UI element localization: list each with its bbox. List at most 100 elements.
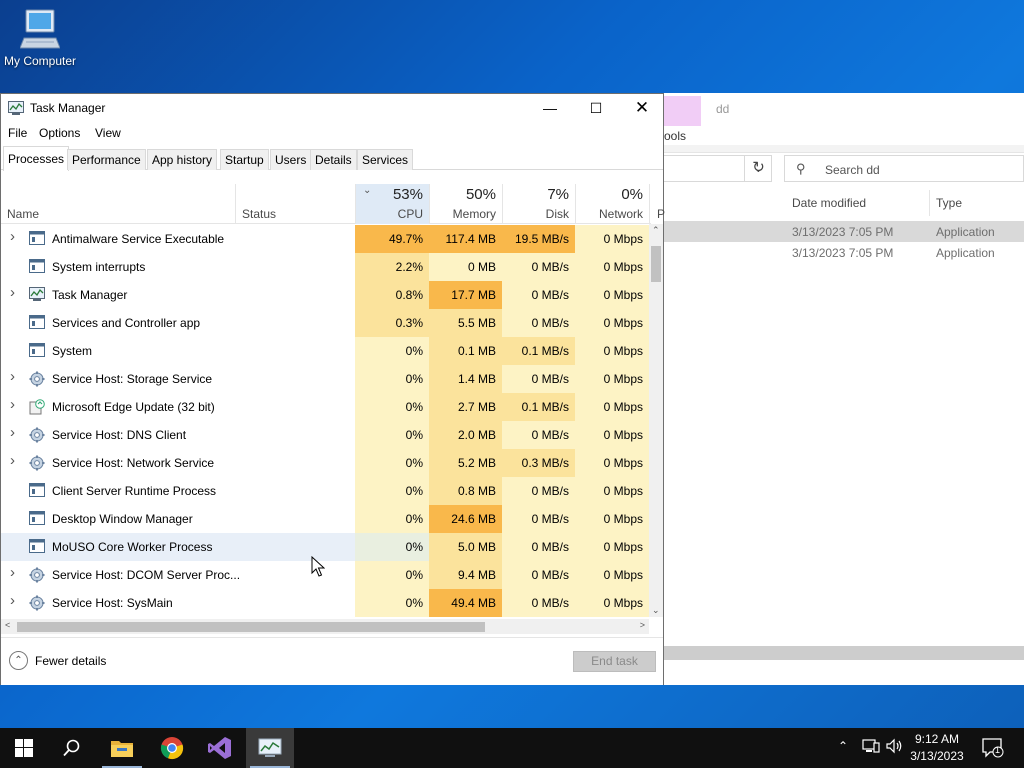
process-row[interactable]: Services and Controller app 0.3% 5.5 MB 0 M… <box>1 309 649 337</box>
process-row[interactable]: › Service Host: SysMain 0% 49.4 MB 0 MB/s 0 M… <box>1 589 649 617</box>
tab-processes[interactable]: Processes <box>3 146 70 171</box>
process-row[interactable]: System interrupts 2.2% 0 MB 0 MB/s 0 Mbps <box>1 253 649 281</box>
title-bar[interactable]: Task Manager — ☐ ✕ <box>1 94 663 124</box>
column-header-status[interactable]: Status <box>235 184 355 224</box>
show-hidden-icons-button[interactable]: ⌃ <box>838 739 848 768</box>
expand-chevron-icon[interactable]: › <box>10 564 15 581</box>
taskbar-chrome[interactable] <box>148 728 196 768</box>
disk-value: 0 MB/s <box>502 477 575 505</box>
minimize-button[interactable]: — <box>527 94 573 122</box>
memory-value: 5.2 MB <box>429 449 502 477</box>
desktop-icon-my-computer[interactable]: My Computer <box>2 8 78 68</box>
menu-view[interactable]: View <box>95 126 121 140</box>
action-center-button[interactable]: 1 <box>982 738 1004 768</box>
column-header-memory[interactable]: 50% Memory <box>429 184 502 224</box>
memory-value: 5.0 MB <box>429 533 502 561</box>
ribbon-context-tab[interactable] <box>664 96 701 126</box>
column-header-type[interactable]: Type <box>936 196 962 210</box>
horizontal-scrollbar[interactable] <box>664 646 1024 660</box>
file-explorer-window[interactable]: dd ools ⌄ ↻ ⚲ Search dd Date modified Ty… <box>664 93 1024 685</box>
disk-value: 0 MB/s <box>502 533 575 561</box>
task-manager-window[interactable]: Task Manager — ☐ ✕ File Options View Pro… <box>0 93 665 685</box>
cpu-value: 2.2% <box>355 253 429 281</box>
scroll-up-icon[interactable]: ⌃ <box>652 225 660 236</box>
process-name: Desktop Window Manager <box>52 512 193 526</box>
tab-users[interactable]: Users <box>270 149 312 170</box>
cpu-value: 0% <box>355 365 429 393</box>
process-name: Microsoft Edge Update (32 bit) <box>52 400 215 414</box>
taskbar-visual-studio[interactable] <box>196 728 244 768</box>
vertical-scrollbar[interactable]: ⌃ ⌄ <box>649 224 663 617</box>
column-header-cpu[interactable]: ⌄ 53% CPU <box>355 184 429 224</box>
column-header-name[interactable]: Name <box>7 207 39 221</box>
tab-details[interactable]: Details <box>310 149 357 170</box>
tab-performance[interactable]: Performance <box>67 149 146 170</box>
process-row[interactable]: › Task Manager 0.8% 17.7 MB 0 MB/s 0 Mbps <box>1 281 649 309</box>
menu-options[interactable]: Options <box>39 126 80 140</box>
network-value: 0 Mbps <box>575 281 649 309</box>
process-row[interactable]: Desktop Window Manager 0% 24.6 MB 0 MB/s 0 M… <box>1 505 649 533</box>
memory-label: Memory <box>452 207 496 221</box>
search-icon: ⚲ <box>796 161 806 176</box>
chevron-up-icon: ⌃ <box>838 739 849 753</box>
process-row[interactable]: Client Server Runtime Process 0% 0.8 MB 0 M… <box>1 477 649 505</box>
cpu-value: 0% <box>355 393 429 421</box>
menu-file[interactable]: File <box>8 126 27 140</box>
start-button[interactable] <box>0 728 48 768</box>
network-icon <box>862 739 880 753</box>
column-header-network[interactable]: 0% Network <box>575 184 649 224</box>
process-row[interactable]: MoUSO Core Worker Process 0% 5.0 MB 0 MB/s 0… <box>1 533 649 561</box>
expand-chevron-icon[interactable]: › <box>10 592 15 609</box>
close-button[interactable]: ✕ <box>619 94 665 122</box>
cpu-value: 0% <box>355 561 429 589</box>
search-button[interactable] <box>48 728 96 768</box>
scroll-right-icon[interactable]: > <box>640 620 645 630</box>
network-tray-icon[interactable] <box>862 738 880 768</box>
refresh-button[interactable]: ↻ <box>744 155 772 182</box>
network-value: 0 Mbps <box>575 449 649 477</box>
column-header-power[interactable]: P <box>649 184 665 224</box>
scrollbar-thumb[interactable] <box>651 246 661 282</box>
expand-chevron-icon[interactable]: › <box>10 424 15 441</box>
expand-chevron-icon[interactable]: › <box>10 228 15 245</box>
tab-services[interactable]: Services <box>357 149 414 170</box>
search-box[interactable]: ⚲ Search dd <box>784 155 1024 182</box>
process-row[interactable]: › Service Host: Storage Service 0% 1.4 MB 0 … <box>1 365 649 393</box>
scroll-left-icon[interactable]: < <box>5 620 10 630</box>
taskbar-task-manager[interactable] <box>246 728 294 768</box>
expand-chevron-icon[interactable]: › <box>10 396 15 413</box>
network-value: 0 Mbps <box>575 421 649 449</box>
tab-app-history[interactable]: App history <box>147 149 218 170</box>
task-manager-icon <box>258 738 282 757</box>
process-row[interactable]: System 0% 0.1 MB 0.1 MB/s 0 Mbps <box>1 337 649 365</box>
process-row[interactable]: › Antimalware Service Executable 49.7% 117.… <box>1 225 649 253</box>
ribbon-tools-label[interactable]: ools <box>664 129 686 143</box>
column-header-date-modified[interactable]: Date modified <box>792 196 866 210</box>
disk-value: 0.3 MB/s <box>502 449 575 477</box>
scroll-down-icon[interactable]: ⌄ <box>652 605 660 616</box>
file-row[interactable]: 3/13/2023 7:05 PM Application <box>664 221 1024 242</box>
taskbar-file-explorer[interactable] <box>98 728 146 768</box>
volume-tray-icon[interactable] <box>886 738 904 768</box>
process-row[interactable]: › Service Host: DNS Client 0% 2.0 MB 0 MB/s 0… <box>1 421 649 449</box>
expand-chevron-icon[interactable]: › <box>10 452 15 469</box>
cpu-value: 49.7% <box>355 225 429 253</box>
file-row[interactable]: 3/13/2023 7:05 PM Application <box>664 242 1024 263</box>
process-row[interactable]: › Microsoft Edge Update (32 bit) 0% 2.7 MB 0… <box>1 393 649 421</box>
search-placeholder[interactable]: Search dd <box>825 163 880 177</box>
cpu-value: 0.3% <box>355 309 429 337</box>
process-row[interactable]: › Service Host: DCOM Server Proc... 0% 9.4 … <box>1 561 649 589</box>
scrollbar-thumb[interactable] <box>17 622 485 632</box>
horizontal-scrollbar[interactable]: < > <box>1 619 649 634</box>
process-row[interactable]: › Service Host: Network Service 0% 5.2 MB 0.… <box>1 449 649 477</box>
maximize-button[interactable]: ☐ <box>573 94 619 122</box>
column-header-disk[interactable]: 7% Disk <box>502 184 575 224</box>
app-window-icon <box>29 259 45 276</box>
expand-chevron-icon[interactable]: › <box>10 368 15 385</box>
app-window-icon <box>29 343 45 360</box>
expand-chevron-icon[interactable]: › <box>10 284 15 301</box>
column-separator[interactable] <box>929 190 930 216</box>
clock[interactable]: 9:12 AM 3/13/2023 <box>906 731 968 765</box>
end-task-button[interactable]: End task <box>573 651 656 672</box>
tab-startup[interactable]: Startup <box>220 149 269 170</box>
